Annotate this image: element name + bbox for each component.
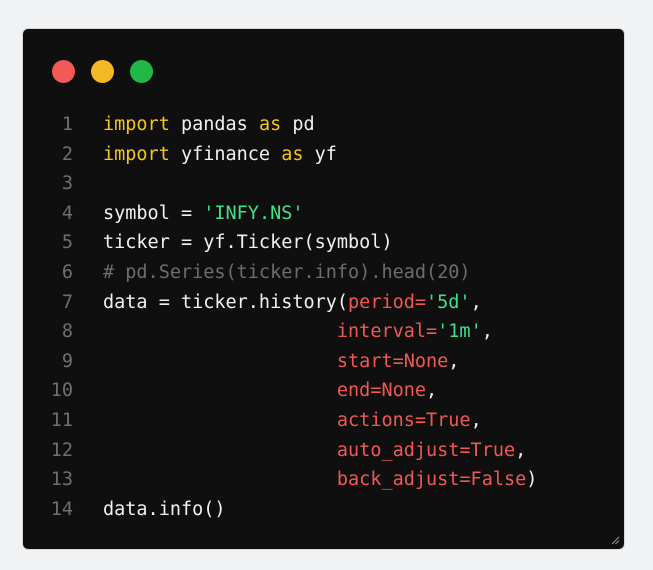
line-number: 12 — [50, 439, 73, 461]
code-window: 1 import pandas as pd 2 import yfinance as … — [23, 29, 624, 549]
code-text: import yfinance as yf — [103, 140, 337, 170]
code-token: pandas — [169, 114, 259, 135]
line-number: 7 — [61, 291, 73, 313]
resize-grip-icon[interactable] — [610, 535, 620, 545]
code-text: auto_adjust=True, — [103, 436, 526, 466]
code-token: # pd.Series(ticker.info).head(20) — [103, 261, 471, 283]
code-token: back_adjust=False — [336, 469, 527, 491]
code-text: ticker = yf.Ticker(symbol) — [103, 228, 393, 258]
line-number: 1 — [61, 114, 73, 135]
code-token: pd — [281, 114, 315, 135]
code-text: import pandas as pd — [103, 110, 315, 140]
code-text: actions=True, — [103, 406, 482, 436]
code-token: auto_adjust=True — [336, 439, 516, 461]
code-token: , — [426, 380, 438, 402]
minimize-dot-icon[interactable] — [91, 60, 114, 83]
code-token: period= — [348, 291, 427, 313]
code-token: as — [281, 143, 304, 165]
code-text: end=None, — [103, 376, 437, 406]
code-line: 11 actions=True, — [23, 406, 624, 436]
code-token: import — [103, 143, 170, 165]
maximize-dot-icon[interactable] — [130, 60, 153, 83]
line-number: 14 — [50, 498, 73, 520]
line-number: 5 — [61, 232, 73, 254]
code-token: ) — [526, 469, 538, 491]
code-token: 'INFY.NS' — [203, 202, 304, 224]
code-line: 6 # pd.Series(ticker.info).head(20) — [23, 258, 624, 288]
line-number: 13 — [50, 469, 73, 491]
code-line: 14 data.info() — [23, 495, 624, 525]
code-token: import — [103, 114, 170, 135]
code-token: , — [470, 291, 482, 313]
code-line: 7 data = ticker.history(period='5d', — [23, 288, 624, 318]
code-line: 10 end=None, — [23, 376, 624, 406]
code-line: 3 — [23, 169, 624, 199]
code-line: 13 back_adjust=False) — [23, 465, 624, 495]
code-text: data.info() — [103, 495, 226, 525]
code-text: back_adjust=False) — [103, 465, 538, 495]
code-text: data = ticker.history(period='5d', — [103, 288, 482, 318]
code-line: 8 interval='1m', — [23, 317, 624, 347]
code-line: 4 symbol = 'INFY.NS' — [23, 199, 624, 229]
code-token: interval= — [336, 321, 438, 343]
code-token: , — [515, 439, 527, 461]
code-token: , — [448, 350, 460, 372]
code-line: 1 import pandas as pd — [23, 110, 624, 140]
line-number: 8 — [61, 321, 73, 343]
code-token: data.info() — [103, 498, 226, 520]
code-token: symbol = — [103, 202, 204, 224]
code-token: as — [258, 114, 282, 135]
line-number: 4 — [61, 202, 73, 224]
code-token: ticker = yf.Ticker(symbol) — [103, 232, 393, 254]
code-line: 2 import yfinance as yf — [23, 140, 624, 170]
line-number: 10 — [50, 380, 73, 402]
code-token: , — [470, 409, 482, 431]
code-block: 1 import pandas as pd 2 import yfinance as … — [23, 110, 624, 524]
line-number: 3 — [61, 173, 73, 195]
code-token: actions=True — [336, 409, 471, 431]
code-token: yfinance — [169, 143, 282, 165]
code-token: , — [481, 321, 493, 343]
line-number: 2 — [61, 143, 73, 165]
code-text: # pd.Series(ticker.info).head(20) — [103, 258, 471, 288]
code-text: start=None, — [103, 347, 460, 377]
code-token: data = ticker.history( — [103, 291, 349, 313]
line-number: 9 — [61, 350, 73, 372]
code-token: '5d' — [426, 291, 471, 313]
code-line: 5 ticker = yf.Ticker(symbol) — [23, 228, 624, 258]
line-number: 11 — [50, 409, 73, 431]
code-token: start=None — [336, 350, 449, 372]
code-token: yf — [303, 143, 337, 165]
code-token: '1m' — [437, 321, 482, 343]
code-token: end=None — [336, 380, 427, 402]
code-line: 12 auto_adjust=True, — [23, 436, 624, 466]
code-text: symbol = 'INFY.NS' — [103, 199, 304, 229]
line-number: 6 — [61, 261, 73, 283]
code-line: 9 start=None, — [23, 347, 624, 377]
close-dot-icon[interactable] — [52, 60, 75, 83]
code-text: interval='1m', — [103, 317, 493, 347]
